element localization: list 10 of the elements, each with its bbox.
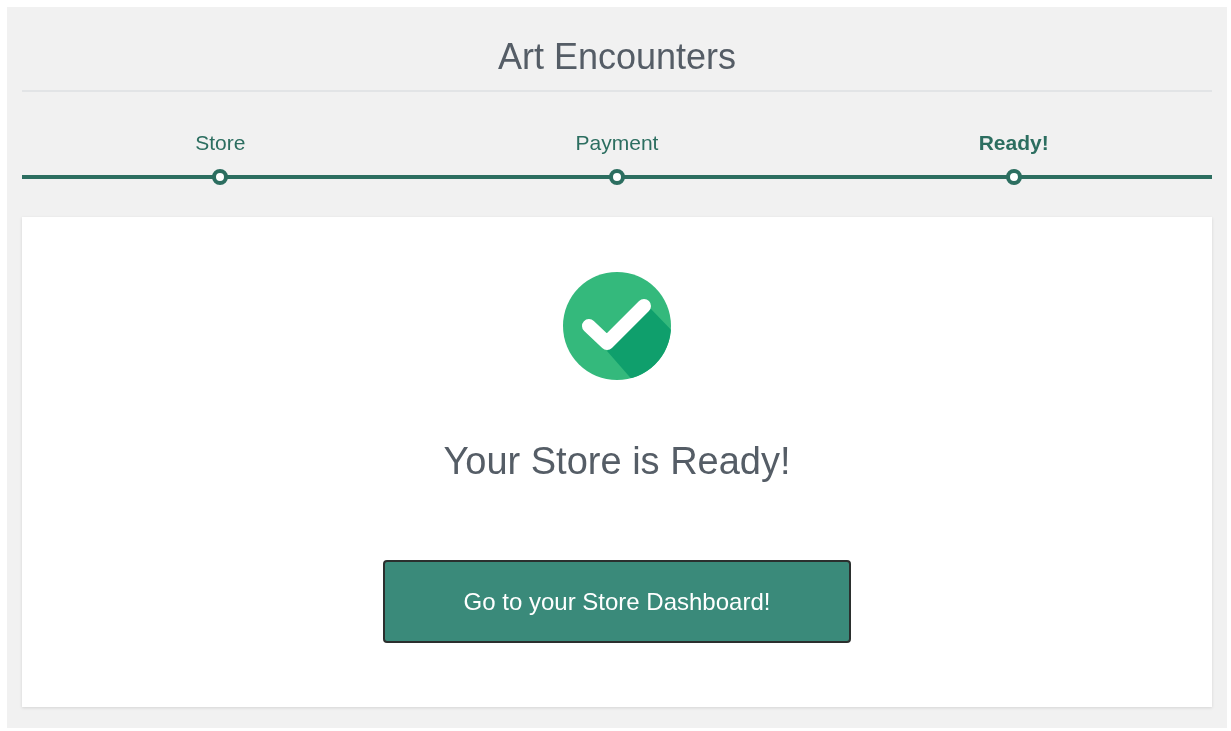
step-label[interactable]: Ready!: [978, 127, 1049, 159]
checkmark-icon: [562, 271, 672, 381]
step-label[interactable]: Store: [195, 127, 246, 159]
step-marker: [1005, 169, 1022, 185]
success-message: Your Store is Ready!: [443, 439, 791, 484]
step-marker: [212, 169, 229, 185]
store-title: Art Encounters: [497, 34, 737, 79]
step-marker: [609, 169, 625, 185]
step-label[interactable]: Payment: [575, 127, 659, 159]
dashboard-button[interactable]: Go to your Store Dashboard!: [383, 560, 851, 643]
